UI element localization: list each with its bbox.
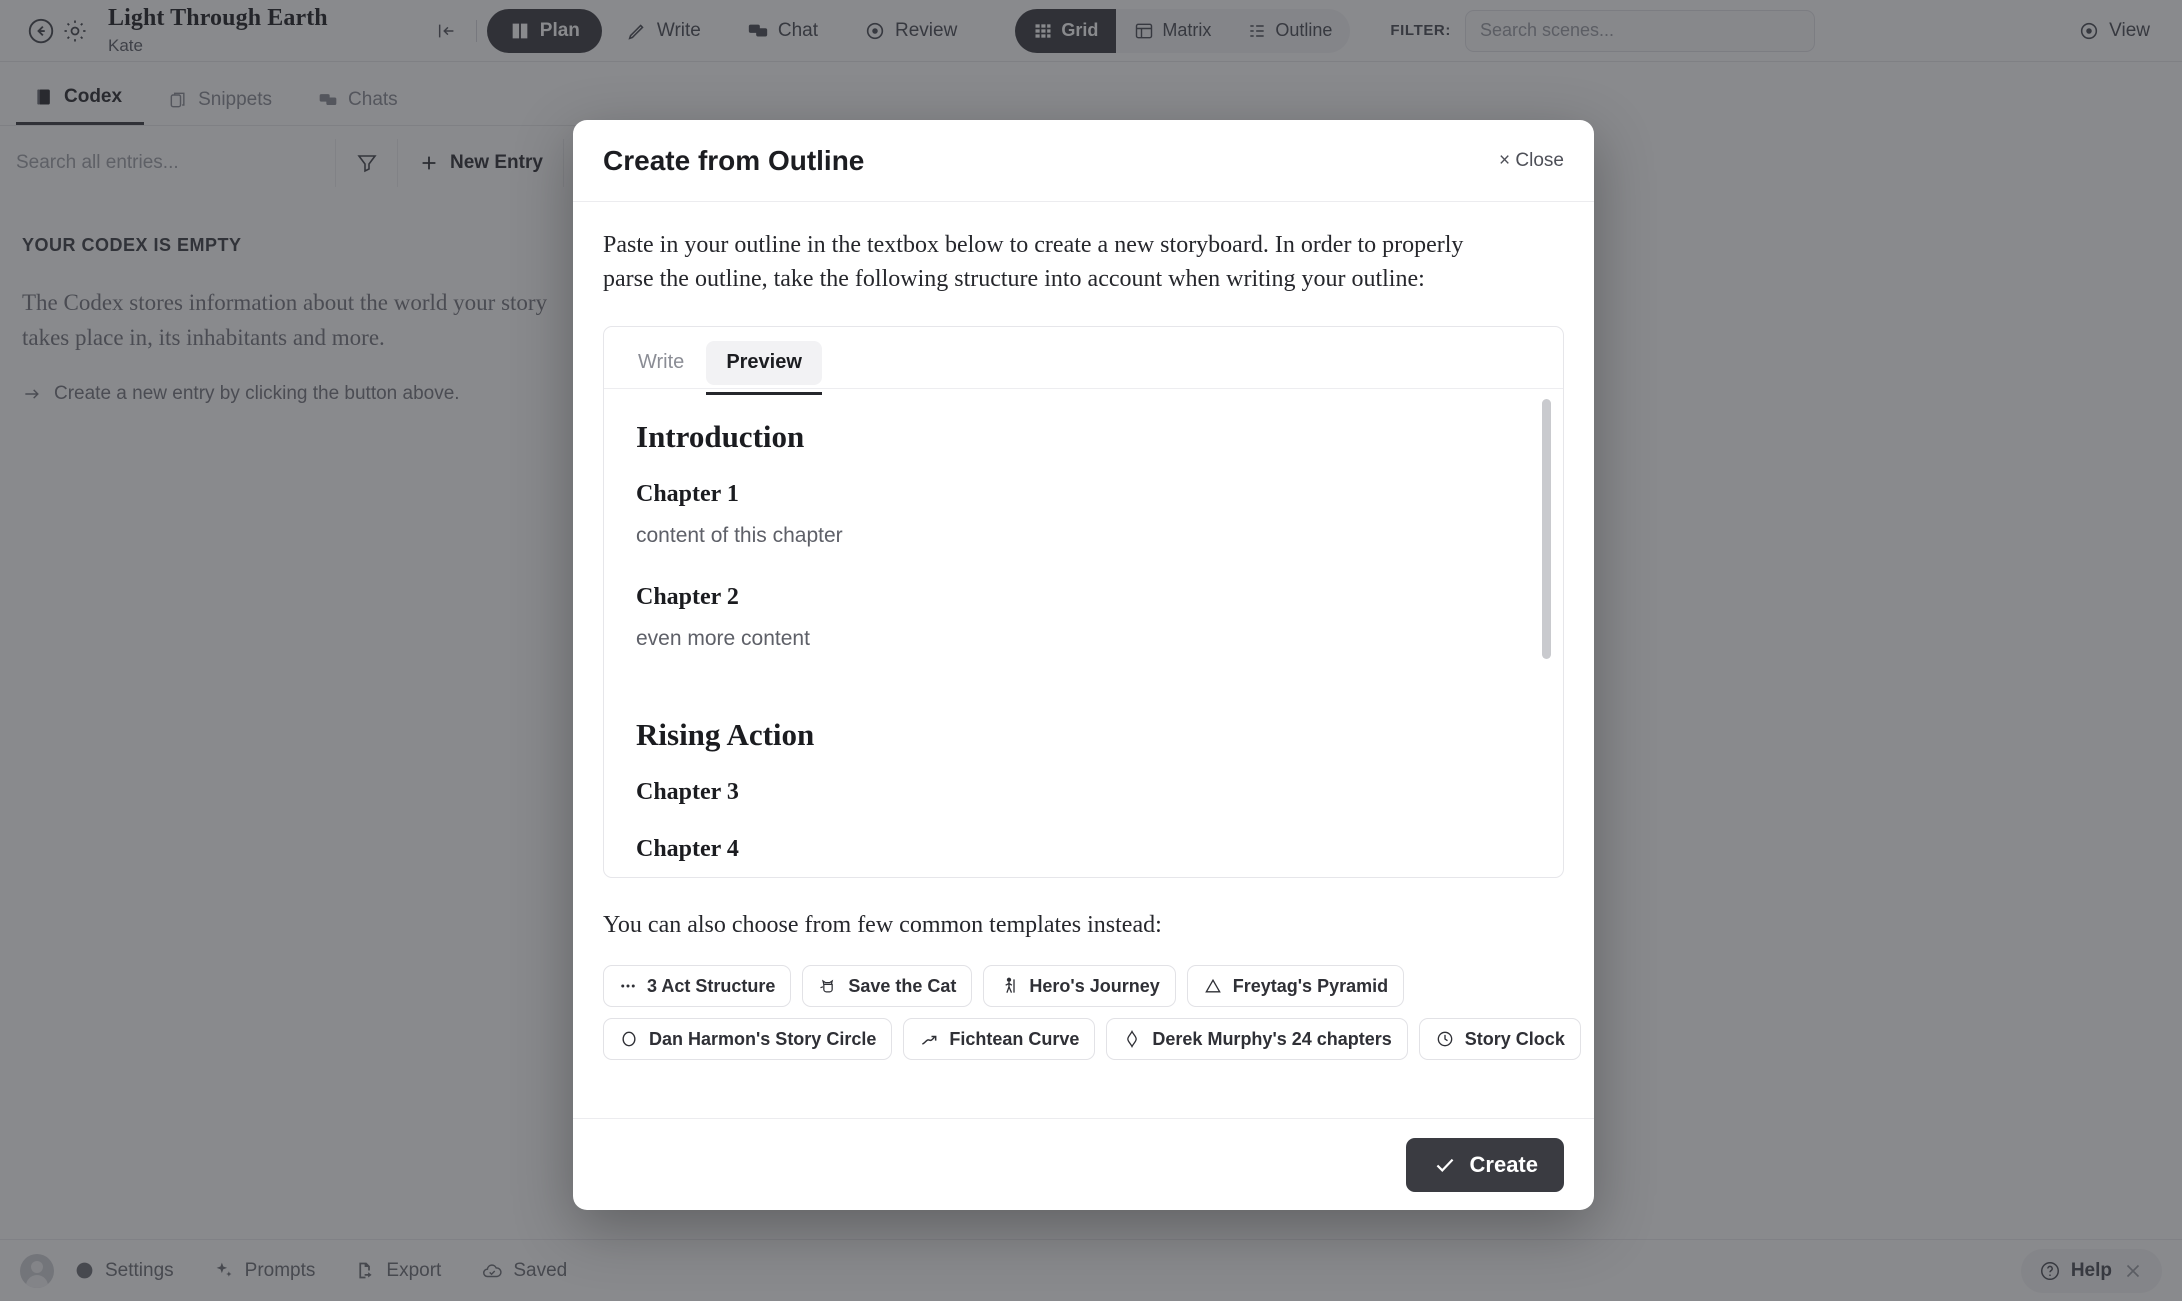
diamond-icon bbox=[1122, 1029, 1142, 1049]
template-fichtean-curve[interactable]: Fichtean Curve bbox=[903, 1018, 1096, 1061]
template-chip-row: 3 Act Structure Save the Cat Hero's Jour… bbox=[603, 965, 1564, 1008]
create-button[interactable]: Create bbox=[1405, 1137, 1564, 1192]
hiker-icon bbox=[999, 976, 1019, 996]
triangle-icon bbox=[1203, 976, 1223, 996]
template-label: Save the Cat bbox=[848, 975, 957, 996]
editor-tab-bar: Write Preview bbox=[604, 327, 1563, 395]
preview-scrollbar[interactable] bbox=[1542, 399, 1551, 877]
circle-icon bbox=[619, 1029, 639, 1049]
app-root: Light Through Earth Kate Plan bbox=[0, 0, 2182, 1301]
preview-subheading: Chapter 2 bbox=[636, 584, 739, 611]
template-label: Hero's Journey bbox=[1029, 975, 1160, 996]
outline-preview: Introduction Chapter 1 content of this c… bbox=[604, 389, 1563, 877]
tab-preview[interactable]: Preview bbox=[706, 340, 822, 395]
outline-editor: Write Preview Introduction Chapter 1 con… bbox=[603, 326, 1564, 879]
cat-icon bbox=[818, 976, 838, 996]
preview-paragraph: content of this chapter bbox=[636, 524, 843, 548]
create-button-label: Create bbox=[1469, 1151, 1538, 1177]
template-freytags-pyramid[interactable]: Freytag's Pyramid bbox=[1186, 965, 1405, 1008]
scrollbar-thumb[interactable] bbox=[1542, 399, 1551, 660]
template-label: 3 Act Structure bbox=[647, 975, 776, 996]
dialog-body: Paste in your outline in the textbox bel… bbox=[573, 202, 1594, 1118]
templates-label: You can also choose from few common temp… bbox=[603, 912, 1162, 939]
close-button[interactable]: × Close bbox=[1499, 150, 1564, 172]
three-dots-icon bbox=[619, 977, 637, 995]
template-3-act-structure[interactable]: 3 Act Structure bbox=[603, 965, 792, 1008]
clock-icon bbox=[1435, 1029, 1455, 1049]
dialog-description: Paste in your outline in the textbox bel… bbox=[603, 232, 1464, 293]
template-chip-list: 3 Act Structure Save the Cat Hero's Jour… bbox=[603, 965, 1581, 1061]
preview-subheading: Chapter 4 bbox=[636, 836, 739, 863]
preview-heading: Rising Action bbox=[636, 717, 815, 753]
template-label: Derek Murphy's 24 chapters bbox=[1152, 1028, 1392, 1049]
dialog-footer: Create bbox=[573, 1118, 1594, 1210]
preview-heading: Introduction bbox=[636, 419, 805, 455]
tab-write[interactable]: Write bbox=[618, 341, 704, 385]
template-dan-harmons-story-circle[interactable]: Dan Harmon's Story Circle bbox=[603, 1018, 893, 1061]
trend-up-icon bbox=[919, 1029, 939, 1049]
template-heros-journey[interactable]: Hero's Journey bbox=[983, 965, 1176, 1008]
template-chip-row: Dan Harmon's Story Circle Fichtean Curve… bbox=[603, 1018, 1581, 1061]
dialog-title: Create from Outline bbox=[603, 144, 865, 176]
preview-paragraph: even more content bbox=[636, 627, 810, 651]
template-label: Dan Harmon's Story Circle bbox=[649, 1028, 877, 1049]
check-icon bbox=[1432, 1152, 1458, 1178]
template-derek-murphys-24-chapters[interactable]: Derek Murphy's 24 chapters bbox=[1106, 1018, 1408, 1061]
preview-subheading: Chapter 3 bbox=[636, 779, 739, 806]
template-label: Fichtean Curve bbox=[949, 1028, 1080, 1049]
template-label: Freytag's Pyramid bbox=[1232, 975, 1389, 996]
create-from-outline-dialog: Create from Outline × Close Paste in you… bbox=[573, 120, 1594, 1210]
template-label: Story Clock bbox=[1464, 1028, 1565, 1049]
dialog-header: Create from Outline × Close bbox=[573, 120, 1594, 202]
preview-subheading: Chapter 1 bbox=[636, 481, 739, 508]
template-story-clock[interactable]: Story Clock bbox=[1418, 1018, 1581, 1061]
template-save-the-cat[interactable]: Save the Cat bbox=[802, 965, 973, 1008]
